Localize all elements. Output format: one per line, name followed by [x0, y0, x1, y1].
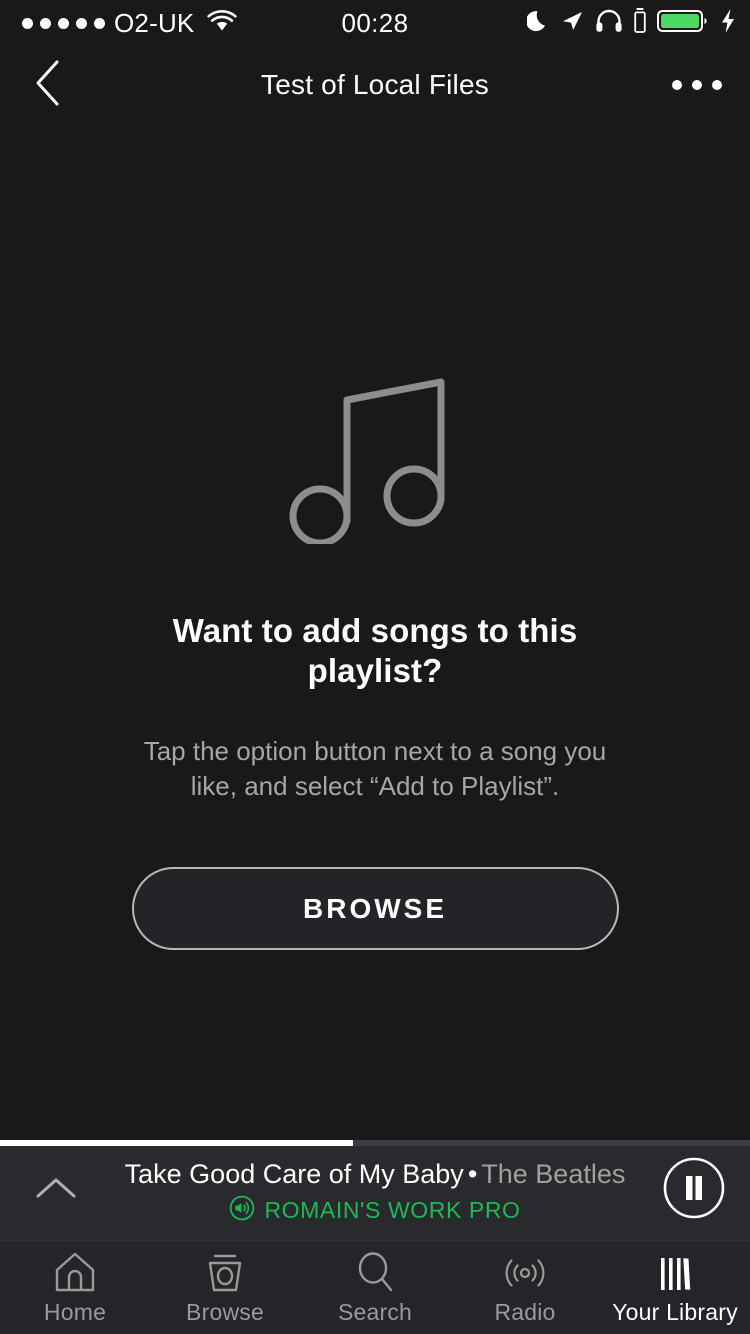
more-options-icon — [672, 80, 682, 90]
device-name-label: ROMAIN'S WORK PRO — [264, 1197, 520, 1224]
pause-icon — [663, 1157, 725, 1224]
playback-progress-fill — [0, 1140, 353, 1146]
search-icon — [353, 1249, 397, 1293]
radio-waves-icon — [501, 1249, 549, 1293]
empty-state-subtitle: Tap the option button next to a song you… — [140, 734, 610, 806]
empty-state: Want to add songs to this playlist? Tap … — [0, 376, 750, 950]
music-note-icon — [289, 376, 461, 549]
tab-browse-label: Browse — [186, 1299, 264, 1326]
tab-bar: Home Browse Search — [0, 1240, 750, 1334]
status-bar: O2-UK 00:28 — [0, 0, 750, 46]
connected-device[interactable]: ROMAIN'S WORK PRO — [229, 1195, 520, 1226]
home-icon — [53, 1249, 97, 1293]
page-title: Test of Local Files — [0, 69, 750, 101]
browse-button[interactable]: BROWSE — [132, 867, 619, 950]
tab-search-label: Search — [338, 1299, 412, 1326]
tab-radio[interactable]: Radio — [450, 1241, 600, 1334]
headphones-icon — [595, 9, 623, 38]
tab-search[interactable]: Search — [300, 1241, 450, 1334]
track-line: Take Good Care of My Baby•The Beatles — [125, 1159, 626, 1190]
clock-label: 00:28 — [341, 8, 408, 39]
track-artist: The Beatles — [481, 1159, 625, 1189]
playback-progress-bar[interactable] — [0, 1140, 750, 1146]
playlist-content: Want to add songs to this playlist? Tap … — [0, 124, 750, 1140]
tab-home-label: Home — [44, 1299, 106, 1326]
moon-icon — [527, 9, 549, 38]
battery-icon — [657, 8, 709, 39]
device-battery-icon — [634, 8, 646, 39]
more-options-icon — [712, 80, 722, 90]
now-playing-bar[interactable]: Take Good Care of My Baby•The Beatles RO… — [0, 1140, 750, 1240]
track-separator: • — [464, 1159, 481, 1189]
now-playing-info[interactable]: Take Good Care of My Baby•The Beatles RO… — [112, 1155, 638, 1226]
more-options-icon — [692, 80, 702, 90]
tab-radio-label: Radio — [494, 1299, 555, 1326]
location-arrow-icon — [560, 9, 584, 38]
navigation-bar: Test of Local Files — [0, 46, 750, 124]
tab-browse[interactable]: Browse — [150, 1241, 300, 1334]
track-title: Take Good Care of My Baby — [125, 1159, 464, 1189]
tab-your-library-label: Your Library — [612, 1299, 738, 1326]
status-bar-right — [527, 0, 736, 46]
chevron-up-icon — [34, 1174, 78, 1207]
empty-state-title: Want to add songs to this playlist? — [160, 611, 590, 692]
browse-basket-icon — [203, 1249, 247, 1293]
library-books-icon — [652, 1249, 698, 1293]
expand-player-button[interactable] — [0, 1140, 112, 1240]
pause-button[interactable] — [638, 1140, 750, 1240]
charging-bolt-icon — [720, 8, 736, 39]
tab-your-library[interactable]: Your Library — [600, 1241, 750, 1334]
speaker-icon — [229, 1195, 255, 1226]
spotify-playlist-screen: O2-UK 00:28 — [0, 0, 750, 1334]
tab-home[interactable]: Home — [0, 1241, 150, 1334]
more-options-button[interactable] — [662, 53, 732, 117]
